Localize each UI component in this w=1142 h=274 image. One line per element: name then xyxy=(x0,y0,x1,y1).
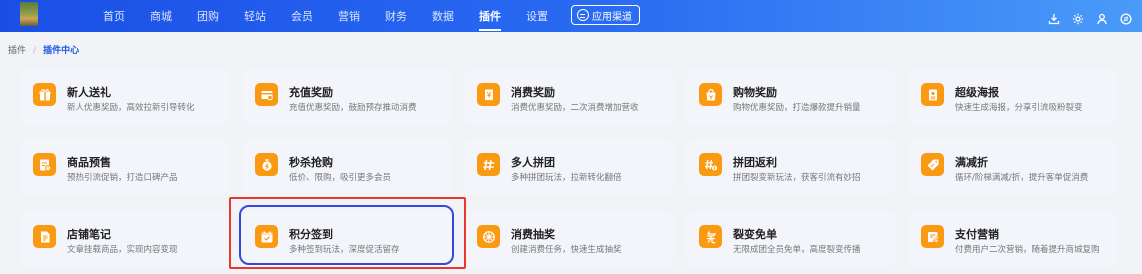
nav-item-light-site[interactable]: 轻站 xyxy=(244,8,266,24)
card-title: 多人拼团 xyxy=(511,156,555,169)
receipt-icon xyxy=(477,83,500,106)
plugin-card-group-buy[interactable]: 多人拼团 多种拼团玩法，拉新转化翻倍 xyxy=(464,138,674,196)
plugin-card-flash-sale[interactable]: 秒杀抢购 低价、限购，吸引更多会员 xyxy=(242,138,452,196)
top-icon-group xyxy=(1048,0,1132,32)
card-title: 裂变免单 xyxy=(733,228,777,241)
payment-icon xyxy=(921,225,944,248)
card-title: 超级海报 xyxy=(955,86,999,99)
plugin-card-recharge-reward[interactable]: 充值奖励 充值优惠奖励，鼓励预存推动消费 xyxy=(242,68,452,126)
plugin-card-product-presale[interactable]: 商品预售 预热引流促销，打造口碑产品 xyxy=(20,138,230,196)
nav-item-data[interactable]: 数据 xyxy=(432,8,454,24)
card-description: 快速生成海报，分享引流吸粉裂变 xyxy=(955,103,1083,113)
card-description: 文章挂载商品，实现内容变现 xyxy=(67,245,178,255)
gear-icon[interactable] xyxy=(1072,10,1084,25)
card-title: 秒杀抢购 xyxy=(289,156,333,169)
breadcrumb-current: 插件中心 xyxy=(43,46,80,56)
poster-icon xyxy=(921,83,944,106)
card-description: 消费优惠奖励，二次消费增加营收 xyxy=(511,103,639,113)
card-description: 预热引流促销，打造口碑产品 xyxy=(67,173,178,183)
plugin-card-fission-free-order[interactable]: 裂变免单 无限成团全员免单，高度裂变传播 xyxy=(686,210,896,268)
calendar-check-icon xyxy=(255,225,278,248)
card-title: 新人送礼 xyxy=(67,86,111,99)
notebook-icon xyxy=(33,225,56,248)
user-icon[interactable] xyxy=(1096,10,1108,25)
card-description: 多种签到玩法，深度促活留存 xyxy=(289,245,400,255)
breadcrumb-separator: / xyxy=(33,46,37,56)
card-description: 低价、限购，吸引更多会员 xyxy=(289,173,392,183)
card-description: 循环/阶梯满减/折，提升客单促消费 xyxy=(955,173,1089,183)
nav-item-group-buy[interactable]: 团购 xyxy=(197,8,219,24)
shopping-bag-icon xyxy=(699,83,722,106)
nav-item-settings[interactable]: 设置 xyxy=(526,8,548,24)
app-channel-label: 应用渠道 xyxy=(592,11,632,23)
download-icon[interactable] xyxy=(1048,10,1060,25)
card-title: 积分签到 xyxy=(289,228,333,241)
discount-tag-icon xyxy=(921,153,944,176)
card-title: 购物奖励 xyxy=(733,86,777,99)
card-title: 消费抽奖 xyxy=(511,228,555,241)
card-description: 创建消费任务，快速生成抽奖 xyxy=(511,245,622,255)
plugin-card-super-poster[interactable]: 超级海报 快速生成海报，分享引流吸粉裂变 xyxy=(908,68,1118,126)
store-logo[interactable] xyxy=(20,2,38,26)
app-channel-button[interactable]: 应用渠道 xyxy=(571,5,640,25)
plugin-card-group-rebate[interactable]: 拼团返利 拼团裂变新玩法，获客引流有妙招 xyxy=(686,138,896,196)
nav-item-finance[interactable]: 财务 xyxy=(385,8,407,24)
card-title: 充值奖励 xyxy=(289,86,333,99)
presale-icon xyxy=(33,153,56,176)
top-navigation-bar: 首页 商城 团购 轻站 会员 营销 财务 数据 插件 设置 应用渠道 xyxy=(0,0,1142,32)
card-title: 拼团返利 xyxy=(733,156,777,169)
main-nav: 首页 商城 团购 轻站 会员 营销 财务 数据 插件 设置 xyxy=(103,0,573,32)
plugin-card-consumption-reward[interactable]: 消费奖励 消费优惠奖励，二次消费增加营收 xyxy=(464,68,674,126)
card-title: 消费奖励 xyxy=(511,86,555,99)
plugin-card-consumption-lottery[interactable]: 消费抽奖 创建消费任务，快速生成抽奖 xyxy=(464,210,674,268)
nav-item-mall[interactable]: 商城 xyxy=(150,8,172,24)
card-description: 充值优惠奖励，鼓励预存推动消费 xyxy=(289,103,417,113)
card-title: 满减折 xyxy=(955,156,988,169)
card-description: 新人优惠奖励，高效拉新引导转化 xyxy=(67,103,195,113)
gift-icon xyxy=(33,83,56,106)
card-title: 店铺笔记 xyxy=(67,228,111,241)
exit-icon[interactable] xyxy=(1120,10,1132,25)
stopwatch-icon xyxy=(255,153,278,176)
group-buy-icon xyxy=(477,153,500,176)
card-description: 拼团裂变新玩法，获客引流有妙招 xyxy=(733,173,861,183)
plugin-card-new-member-gift[interactable]: 新人送礼 新人优惠奖励，高效拉新引导转化 xyxy=(20,68,230,126)
card-title: 支付营销 xyxy=(955,228,999,241)
nav-item-home[interactable]: 首页 xyxy=(103,8,125,24)
breadcrumb-parent[interactable]: 插件 xyxy=(8,46,26,56)
card-description: 购物优惠奖励，打造爆款提升销量 xyxy=(733,103,861,113)
card-description: 付费用户二次营销，随着提升商城复购 xyxy=(955,245,1100,255)
card-description: 多种拼团玩法，拉新转化翻倍 xyxy=(511,173,622,183)
plugin-card-store-notes[interactable]: 店铺笔记 文章挂载商品，实现内容变现 xyxy=(20,210,230,268)
breadcrumb: 插件 / 插件中心 xyxy=(8,43,79,56)
group-rebate-icon xyxy=(699,153,722,176)
plugin-card-payment-marketing[interactable]: 支付营销 付费用户二次营销，随着提升商城复购 xyxy=(908,210,1118,268)
channel-icon xyxy=(577,9,589,21)
nav-item-marketing[interactable]: 营销 xyxy=(338,8,360,24)
card-description: 无限成团全员免单，高度裂变传播 xyxy=(733,245,861,255)
nav-item-members[interactable]: 会员 xyxy=(291,8,313,24)
lottery-wheel-icon xyxy=(477,225,500,248)
plugin-card-shopping-reward[interactable]: 购物奖励 购物优惠奖励，打造爆款提升销量 xyxy=(686,68,896,126)
card-recharge-icon xyxy=(255,83,278,106)
plugin-card-discount[interactable]: 满减折 循环/阶梯满减/折，提升客单促消费 xyxy=(908,138,1118,196)
free-order-icon xyxy=(699,225,722,248)
nav-item-plugins[interactable]: 插件 xyxy=(479,8,501,31)
card-title: 商品预售 xyxy=(67,156,111,169)
plugin-card-points-checkin[interactable]: 积分签到 多种签到玩法，深度促活留存 xyxy=(242,210,452,268)
